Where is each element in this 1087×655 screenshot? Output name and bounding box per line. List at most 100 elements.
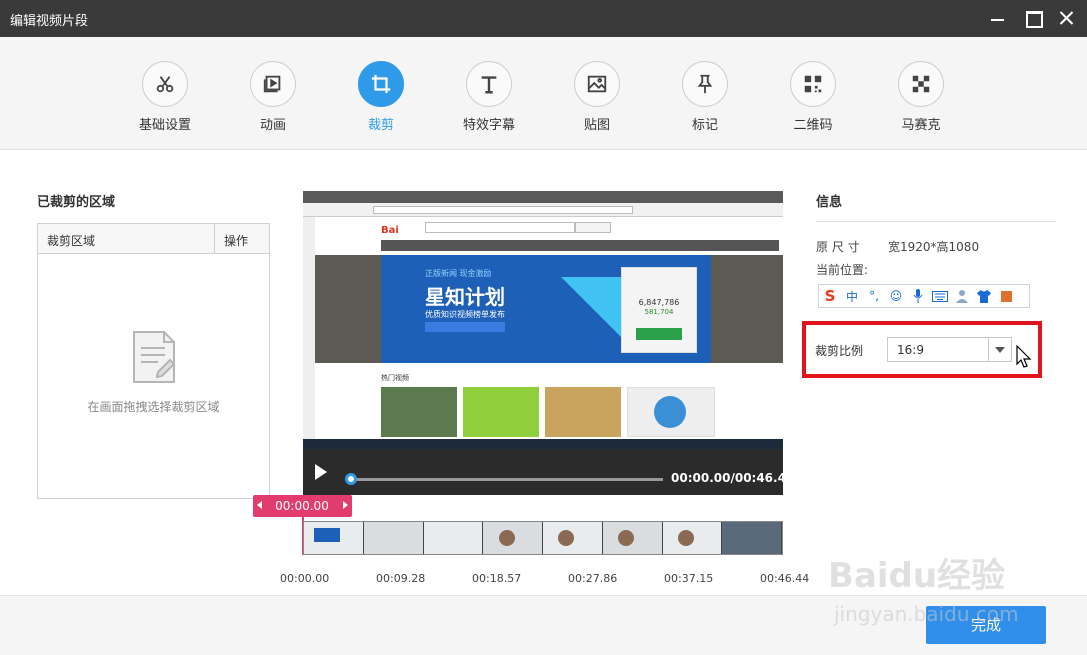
ime-mode-toggle[interactable]: 中 — [841, 285, 863, 307]
preview-webpage: Bai 正版新闻 现金激励 星知计划 优质知识视频榜单发布 6,847,786 … — [315, 217, 783, 439]
tab-qrcode[interactable]: 二维码 — [773, 61, 853, 133]
banner-tagline: 正版新闻 现金激励 — [425, 269, 492, 278]
tab-effect-subtitle[interactable]: 特效字幕 — [449, 61, 529, 133]
watermark-url: jingyan.baidu.com — [834, 602, 1019, 626]
marker-right-arrow-icon[interactable] — [343, 501, 348, 509]
position-label: 当前位置: — [816, 263, 869, 277]
marker-left-arrow-icon[interactable] — [257, 501, 262, 509]
tab-animation[interactable]: 动画 — [233, 61, 313, 133]
card-button — [636, 328, 682, 340]
preview-address-bar — [303, 203, 783, 217]
video-thumbnail — [381, 387, 457, 437]
tab-label: 基础设置 — [138, 118, 191, 133]
tick-label: 00:27.86 — [568, 572, 618, 585]
marker-time: 00:00.00 — [275, 499, 329, 513]
chevron-down-icon[interactable] — [988, 338, 1011, 361]
watermark-logo: Baidu经验 — [828, 556, 1006, 596]
cropped-areas-title: 已裁剪的区域 — [37, 195, 116, 210]
keyboard-icon[interactable] — [929, 285, 951, 307]
banner-subtitle: 优质知识视频榜单发布 — [425, 310, 505, 319]
minimize-button[interactable] — [985, 6, 1011, 30]
scissors-icon — [142, 61, 188, 107]
frame-thumbnail — [423, 522, 484, 554]
size-value: 宽1920*高1080 — [888, 240, 980, 254]
frame-thumbnail — [483, 522, 543, 554]
tab-label: 特效字幕 — [462, 118, 515, 133]
crop-icon — [358, 61, 404, 107]
tool-tabs: 基础设置 动画 裁剪 特效字幕 贴图 标记 二维码 马赛克 — [0, 37, 1087, 150]
info-title: 信息 — [816, 195, 843, 210]
progress-handle[interactable] — [345, 473, 357, 485]
tab-label: 马赛克 — [901, 118, 941, 133]
timeline-marker[interactable]: 00:00.00 — [253, 495, 352, 555]
hot-videos-label: 热门视频 — [381, 374, 409, 382]
frame-thumbnail — [722, 522, 782, 554]
image-icon — [574, 61, 620, 107]
tick-label: 00:37.15 — [664, 572, 714, 585]
tab-basic-settings[interactable]: 基础设置 — [125, 61, 205, 133]
frame-thumbnail — [662, 522, 723, 554]
window-title: 编辑视频片段 — [10, 14, 89, 29]
qrcode-icon — [790, 61, 836, 107]
info-divider — [816, 221, 1056, 222]
mosaic-icon — [898, 61, 944, 107]
frame-thumbnail — [304, 522, 364, 554]
video-thumbnail — [463, 387, 539, 437]
timeline-ticks: 00:00.00 00:09.28 00:18.57 00:27.86 00:3… — [280, 572, 810, 588]
play-button[interactable] — [315, 464, 327, 480]
tab-label: 二维码 — [793, 118, 833, 133]
tick-label: 00:00.00 — [280, 572, 330, 585]
video-preview[interactable]: Bai 正版新闻 现金激励 星知计划 优质知识视频榜单发布 6,847,786 … — [303, 191, 783, 449]
sogou-logo-icon[interactable]: S — [819, 285, 841, 307]
column-action: 操作 — [224, 234, 249, 248]
banner-button — [425, 322, 505, 332]
maximize-button[interactable] — [1020, 6, 1046, 30]
tab-label: 贴图 — [583, 118, 610, 133]
tab-mark[interactable]: 标记 — [665, 61, 745, 133]
text-icon — [466, 61, 512, 107]
tick-label: 00:18.57 — [472, 572, 522, 585]
user-icon[interactable] — [951, 285, 973, 307]
time-display: 00:00.00/00:46.44 — [671, 471, 795, 485]
empty-document-icon — [132, 330, 176, 384]
video-thumbnail — [627, 387, 715, 437]
cropped-areas-table: 裁剪区域 操作 在画面拖拽选择裁剪区域 — [37, 223, 270, 499]
preview-stats-card: 6,847,786 581,704 — [621, 267, 697, 353]
skin-shirt-icon[interactable] — [973, 285, 995, 307]
preview-search-button — [575, 222, 611, 233]
title-bar: 编辑视频片段 — [0, 0, 1087, 37]
preview-browser-tabs — [303, 191, 783, 203]
mouse-cursor-icon — [1016, 344, 1032, 369]
preview-sidebar — [303, 217, 315, 439]
crop-ratio-select[interactable]: 16:9 — [887, 337, 1012, 362]
play-frame-icon — [250, 61, 296, 107]
frame-thumbnail — [602, 522, 663, 554]
toolbox-icon[interactable] — [995, 285, 1017, 307]
progress-track[interactable] — [351, 478, 663, 481]
column-crop-area: 裁剪区域 — [47, 234, 96, 248]
ime-punctuation-toggle[interactable]: °, — [863, 285, 885, 307]
ime-toolbar[interactable]: S 中 °, ☺ — [818, 284, 1030, 308]
frame-thumbnail — [543, 522, 603, 554]
crop-ratio-value: 16:9 — [897, 343, 924, 357]
tab-label: 标记 — [691, 118, 718, 133]
pin-icon — [682, 61, 728, 107]
emoji-icon[interactable]: ☺ — [885, 285, 907, 307]
tab-label: 动画 — [259, 118, 286, 133]
stat-number-2: 581,704 — [644, 308, 674, 316]
watermark: Baidu经验 jingyan.baidu.com — [828, 548, 1038, 638]
preview-search-box — [425, 222, 575, 233]
banner-title: 星知计划 — [425, 285, 505, 309]
close-button[interactable] — [1054, 6, 1080, 30]
timeline-strip[interactable] — [303, 521, 783, 555]
preview-logo: Bai — [381, 225, 399, 236]
tab-crop[interactable]: 裁剪 — [341, 61, 421, 133]
table-header: 裁剪区域 操作 — [38, 224, 269, 254]
tab-mosaic[interactable]: 马赛克 — [881, 61, 961, 133]
player-controls: 00:00.00/00:46.44 — [303, 449, 794, 495]
tab-label: 裁剪 — [367, 118, 394, 133]
microphone-icon[interactable] — [907, 285, 929, 307]
tab-sticker[interactable]: 贴图 — [557, 61, 637, 133]
stat-number-1: 6,847,786 — [638, 298, 680, 307]
crop-ratio-label: 裁剪比例 — [815, 344, 864, 358]
